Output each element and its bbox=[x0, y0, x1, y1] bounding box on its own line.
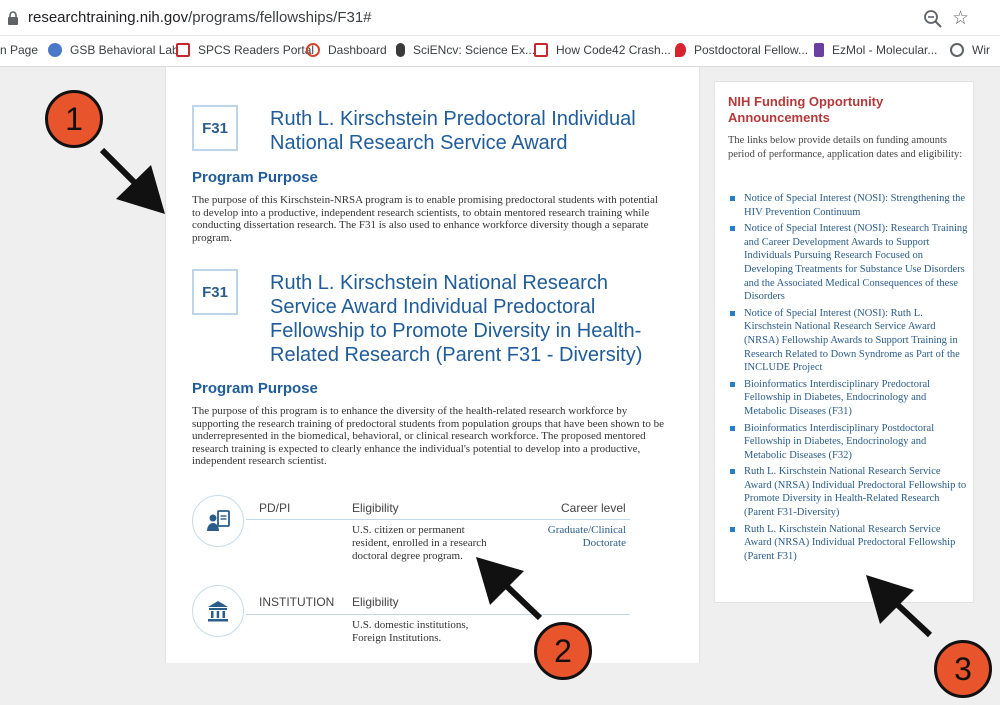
arrow-2 bbox=[476, 557, 543, 621]
arrow-3 bbox=[866, 575, 933, 638]
annotation-arrows bbox=[99, 147, 933, 638]
annotation-marker-3: 3 bbox=[934, 640, 992, 698]
annotation-marker-2: 2 bbox=[534, 622, 592, 680]
annotation-marker-1: 1 bbox=[45, 90, 103, 148]
arrow-1 bbox=[99, 147, 165, 214]
